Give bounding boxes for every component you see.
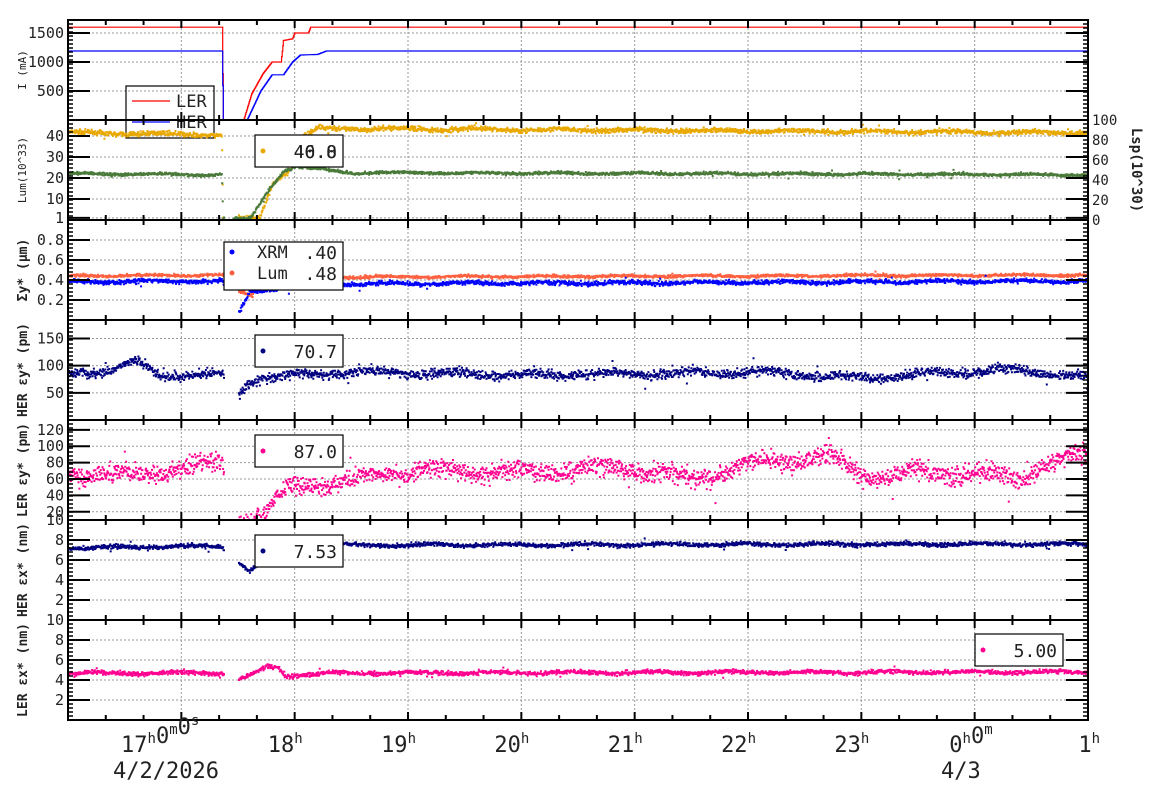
- y-tick-label: 20: [46, 503, 64, 521]
- right-axis-label: Lsp(10^30): [1128, 128, 1144, 212]
- y-tick-label: 2: [55, 591, 64, 609]
- legend-marker: [260, 148, 266, 154]
- y-tick-label: 150: [37, 329, 64, 347]
- panel-4: 1020406080100120LER εy* (pm): [16, 419, 1089, 529]
- legend-panel-4: 87.0: [254, 434, 344, 468]
- panel-5: 2 4 6 8 HER εx* (nm): [16, 519, 1089, 621]
- y-tick-label: 80: [46, 454, 64, 472]
- y-tick-label: 6: [55, 551, 64, 569]
- legend-marker: [229, 249, 235, 255]
- series-group: [68, 122, 1088, 220]
- legend-marker: [260, 348, 266, 354]
- legend-panel-1: 40.846.0: [254, 134, 344, 168]
- legend-marker: [260, 548, 266, 554]
- series-group: [68, 26, 1088, 120]
- y-axis-label: LER εx* (nm): [16, 623, 31, 717]
- right-tick-label: 20: [1092, 193, 1109, 209]
- panel-3: 50 100 150 HER εy* (pm): [16, 319, 1089, 421]
- legend-value: 7.53: [294, 542, 337, 563]
- y-tick-label: 1: [55, 209, 64, 227]
- y-axis-label: Lum(10^33): [16, 137, 29, 203]
- y-tick-label: 120: [37, 421, 64, 439]
- legend-panel-6: 5.00: [974, 633, 1064, 667]
- series-points-HER εx*: [68, 537, 1088, 574]
- date-label: 4/3: [941, 759, 981, 782]
- y-tick-label: 4: [55, 671, 64, 689]
- time-tick-label: 22h: [721, 731, 756, 758]
- y-axis-label: I (mA): [16, 50, 29, 90]
- legend-label: LER: [176, 92, 207, 112]
- y-tick-label: 30: [46, 148, 64, 166]
- y-tick-label: 4: [55, 571, 64, 589]
- y-axis-label: HER εx* (nm): [16, 523, 31, 617]
- y-tick-label: 500: [37, 82, 64, 100]
- time-tick-label: 23h: [834, 731, 869, 758]
- legend-value: 70.7: [294, 342, 337, 363]
- y-tick-label: 6: [55, 651, 64, 669]
- y-tick-label: 40: [46, 486, 64, 504]
- y-tick-label: 100: [37, 437, 64, 455]
- panel-frame: [67, 19, 1089, 121]
- date-label: 4/2/2026: [113, 759, 219, 782]
- y-tick-label: 1000: [28, 53, 64, 71]
- y-tick-label: 0.6: [37, 251, 64, 269]
- panel-frame: [67, 619, 1089, 721]
- series-points-LER εx*: [68, 663, 1088, 681]
- time-tick-label: 21h: [608, 731, 643, 758]
- right-tick-label: 40: [1092, 173, 1109, 189]
- y-tick-label: 100: [37, 357, 64, 375]
- legend-value: 46.0: [294, 142, 337, 163]
- series-group: [68, 663, 1088, 681]
- legend-value: .40: [304, 243, 337, 264]
- legend-panel-3: 70.7: [254, 334, 344, 368]
- y-tick-label: 40: [46, 127, 64, 145]
- legend-panel-2: XRM .40 Lum .48: [223, 241, 344, 291]
- panel-frame: [67, 519, 1089, 621]
- time-tick-label: 18h: [268, 731, 303, 758]
- y-axis-label: HER εy* (pm): [16, 323, 31, 417]
- legend-marker: [980, 647, 986, 653]
- y-axis-label: Σy* (µm): [16, 239, 31, 302]
- y-tick-label: 0.8: [37, 231, 64, 249]
- right-tick-label: 100: [1092, 113, 1117, 129]
- time-tick-label: 20h: [494, 731, 529, 758]
- legend-value: 5.00: [1014, 641, 1057, 662]
- y-tick-label: 50: [46, 384, 64, 402]
- series-points-Lsp: [68, 164, 1088, 220]
- right-tick-label: 60: [1092, 153, 1109, 169]
- legend-value: 87.0: [294, 442, 337, 463]
- y-tick-label: 60: [46, 470, 64, 488]
- y-tick-label: 10: [46, 190, 64, 208]
- time-tick-label: 0h0m: [949, 722, 992, 758]
- legend-label: Lum: [257, 264, 288, 284]
- y-tick-label: 2: [55, 691, 64, 709]
- panel-frame: [67, 219, 1089, 321]
- series-points-XRM: [68, 274, 1088, 313]
- panel-2: 0.2 0.4 0.6 0.8 Σy* (µm): [16, 219, 1089, 321]
- time-axis: 17h0m0s4/2/202618h 19h 20h 21h 22h 23h 0h0m4/3…: [113, 713, 1100, 784]
- y-tick-label: 0.2: [37, 291, 64, 309]
- legend-label: XRM: [257, 243, 288, 263]
- time-tick-label: 19h: [381, 731, 416, 758]
- y-tick-label: 0.4: [37, 271, 64, 289]
- series-group: [68, 537, 1088, 574]
- series-line-LER: [68, 26, 1088, 120]
- y-tick-label: 1500: [28, 24, 64, 42]
- y-tick-label: 8: [55, 531, 64, 549]
- multi-panel-chart: 50010001500I (mA)LERHER110203040Lum(10^3…: [16, 19, 1144, 784]
- legend-panel-5: 7.53: [254, 534, 344, 568]
- right-tick-label: 0: [1092, 213, 1100, 229]
- y-axis-label: LER εy* (pm): [16, 423, 31, 517]
- panel-6: 2 4 6 8 10 LER εx* (nm): [16, 611, 1089, 721]
- y-tick-label: 10: [46, 611, 64, 629]
- series-group: [68, 259, 1088, 313]
- right-tick-label: 80: [1092, 133, 1109, 149]
- legend-marker: [260, 448, 266, 454]
- time-tick-label: 1h: [1078, 731, 1100, 758]
- y-tick-label: 20: [46, 169, 64, 187]
- y-tick-label: 8: [55, 631, 64, 649]
- legend-value: .48: [304, 264, 337, 285]
- legend-marker: [229, 270, 235, 276]
- series-line-HER: [68, 50, 1088, 120]
